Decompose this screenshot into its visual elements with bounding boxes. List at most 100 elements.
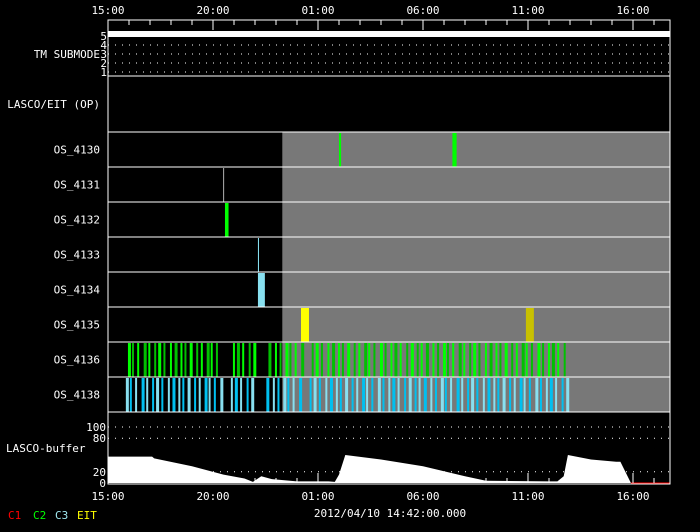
event-bar xyxy=(539,378,542,412)
row-label: OS_4138 xyxy=(54,389,100,402)
event-bar xyxy=(404,378,407,412)
event-bar xyxy=(442,343,446,377)
event-bar xyxy=(187,378,191,412)
event-bar xyxy=(353,343,356,377)
event-bar xyxy=(169,343,172,377)
event-bar xyxy=(535,378,539,412)
event-bar xyxy=(332,343,336,377)
event-bar xyxy=(549,378,553,412)
event-bar xyxy=(341,343,344,377)
event-bar xyxy=(158,343,162,377)
event-bar xyxy=(257,273,265,307)
timeline-chart: 15:00 15:00 20:00 20:00 01:00 01:00 06:00 06:00… xyxy=(6,4,671,522)
event-bar xyxy=(555,378,558,412)
event-bar xyxy=(300,308,309,342)
row-label: LASCO/EIT (OP) xyxy=(7,98,100,111)
event-bar xyxy=(174,343,178,377)
event-bar xyxy=(292,378,295,412)
event-bar xyxy=(397,378,400,412)
legend-eit: EIT xyxy=(77,509,97,522)
event-bar xyxy=(521,343,525,377)
event-bar xyxy=(311,343,314,377)
event-bar xyxy=(200,343,203,377)
event-bar xyxy=(213,378,216,412)
event-bar xyxy=(178,378,181,412)
event-bar xyxy=(511,343,514,377)
event-bar xyxy=(285,343,289,377)
event-bar xyxy=(425,343,429,377)
event-bar xyxy=(248,343,251,377)
event-bar xyxy=(394,343,398,377)
event-bar xyxy=(471,378,475,412)
event-bar xyxy=(167,378,170,412)
event-bar xyxy=(371,378,374,412)
event-bar xyxy=(364,343,368,377)
event-bar xyxy=(148,343,151,377)
event-bar xyxy=(452,343,455,377)
event-bar xyxy=(399,343,402,377)
event-bar xyxy=(125,378,129,412)
event-bar xyxy=(345,378,349,412)
event-bar xyxy=(246,378,249,412)
top-axis-tick-label: 01:00 xyxy=(301,4,334,17)
top-axis-tick-label: 06:00 xyxy=(406,4,439,17)
event-bar xyxy=(473,343,477,377)
event-bar xyxy=(420,343,423,377)
event-bar xyxy=(382,378,385,412)
event-bar xyxy=(497,378,500,412)
event-bar xyxy=(257,238,259,272)
event-bar xyxy=(230,378,233,412)
event-bar xyxy=(530,343,533,377)
event-bar xyxy=(234,378,238,412)
event-bar xyxy=(487,378,491,412)
bottom-axis-tick-label: 11:00 xyxy=(511,490,544,503)
event-bar xyxy=(416,343,419,377)
bottom-axis-tick-label: 06:00 xyxy=(406,490,439,503)
row-label: OS_4132 xyxy=(54,214,100,227)
event-bar xyxy=(210,343,213,377)
event-bar xyxy=(388,378,391,412)
event-bar xyxy=(525,308,534,342)
event-bar xyxy=(456,378,460,412)
event-bar xyxy=(499,343,502,377)
event-bar xyxy=(495,343,498,377)
event-bar xyxy=(253,343,257,377)
event-bar xyxy=(458,343,462,377)
event-bar xyxy=(432,343,435,377)
buffer-tick-label: 80 xyxy=(93,432,106,445)
event-bar xyxy=(182,378,185,412)
row-label: TM SUBMODE xyxy=(34,48,100,61)
event-bar xyxy=(141,378,145,412)
event-bar xyxy=(143,343,147,377)
event-bar xyxy=(351,378,354,412)
buffer-area xyxy=(108,455,631,483)
event-bar xyxy=(294,343,297,377)
event-bar xyxy=(362,378,366,412)
event-bar xyxy=(561,378,564,412)
event-bar xyxy=(301,343,305,377)
event-bar xyxy=(283,378,287,412)
event-bar xyxy=(347,343,351,377)
event-bar xyxy=(223,168,225,202)
event-bar xyxy=(452,133,457,167)
event-bar xyxy=(513,378,516,412)
event-bar xyxy=(184,343,187,377)
event-bar xyxy=(444,378,447,412)
event-bar xyxy=(152,378,155,412)
event-bar xyxy=(551,343,555,377)
bottom-axis-tick-label: 16:00 xyxy=(616,490,649,503)
buffer-label: LASCO-buffer xyxy=(6,442,86,455)
event-bar xyxy=(224,203,229,237)
bottom-axis-tick-label: 20:00 xyxy=(196,490,229,503)
event-bar xyxy=(266,378,270,412)
event-bar xyxy=(154,343,157,377)
event-bar xyxy=(566,378,570,412)
event-bar xyxy=(390,343,393,377)
event-bar xyxy=(315,343,319,377)
event-bar xyxy=(196,343,199,377)
submode-level-bar xyxy=(108,31,670,37)
event-bar xyxy=(156,378,160,412)
event-bar xyxy=(240,378,243,412)
event-bar xyxy=(272,378,275,412)
event-bar xyxy=(204,378,208,412)
